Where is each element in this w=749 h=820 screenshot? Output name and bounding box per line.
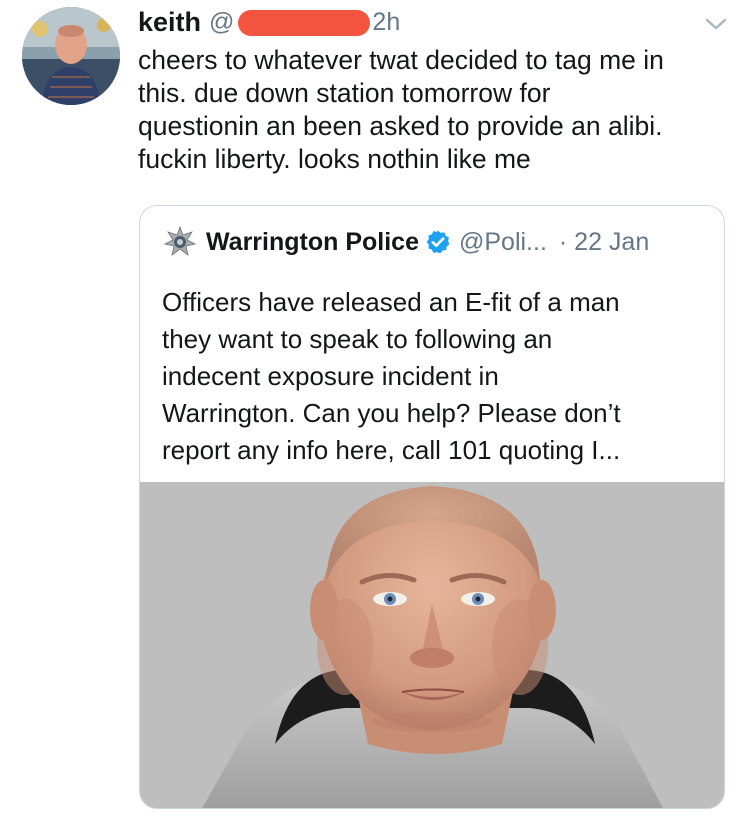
quoted-handle[interactable]: @Poli... [459,228,547,257]
verified-badge-icon [426,230,450,254]
handle-prefix: @ [209,7,235,36]
quoted-text-line: indecent exposure incident in [162,361,499,391]
quoted-display-name[interactable]: Warrington Police [206,228,419,257]
quoted-tweet-text: Officers have released an E-fit of a man… [162,284,722,469]
quoted-tweet[interactable]: Warrington Police @Poli... · 22 Jan Offi… [139,205,725,809]
tweet-header: keith @ 2h [138,4,400,40]
quoted-text-line: report any info here, call 101 quoting I… [162,435,621,465]
handle[interactable]: @ [209,8,372,37]
quoted-tweet-header: Warrington Police @Poli... · 22 Jan [162,222,649,262]
handle-redaction [238,9,371,36]
tweet-text-line: cheers to whatever twat decided to tag m… [138,45,664,75]
quoted-text-line: they want to speak to following an [162,324,553,354]
quoted-text-line: Warrington. Can you help? Please don’t [162,398,621,428]
tweet-text-line: questionin an been asked to provide an a… [138,111,663,141]
quoted-timestamp[interactable]: · 22 Jan [559,228,649,257]
display-name[interactable]: keith [138,7,201,38]
chevron-down-icon[interactable] [704,16,728,32]
tweet-text: cheers to whatever twat decided to tag m… [138,44,738,176]
tweet[interactable]: keith @ 2h cheers to whatever twat decid… [0,0,749,820]
avatar[interactable] [22,7,120,105]
quoted-text-line: Officers have released an E-fit of a man [162,287,620,317]
police-badge-icon[interactable] [162,224,198,260]
tweet-text-line: this. due down station tomorrow for [138,78,551,108]
tweet-text-line: fuckin liberty. looks nothin like me [138,144,531,174]
timestamp[interactable]: 2h [372,8,400,37]
quoted-tweet-image[interactable] [140,482,724,808]
